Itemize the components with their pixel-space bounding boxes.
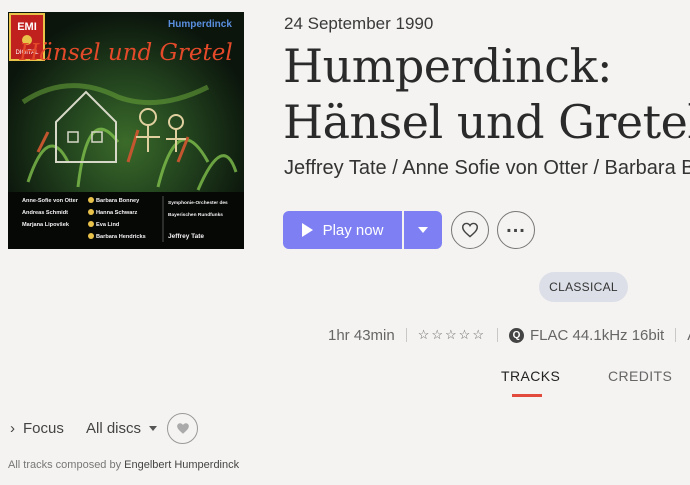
disc-filter-label: All discs (86, 420, 142, 437)
meta-divider (405, 328, 407, 342)
meta-divider (496, 328, 498, 342)
cover-title-art: Hänsel und Gretel (18, 40, 233, 66)
album-cover[interactable]: EMI DIGITAL Humperdinck Hänsel und Grete… (8, 12, 244, 249)
disc-filter-dropdown[interactable]: All discs (86, 420, 158, 437)
focus-label: Focus (23, 420, 64, 437)
album-duration: 1hr 43min (328, 326, 395, 344)
meta-divider (675, 328, 677, 342)
emi-logo-text: EMI (17, 21, 37, 33)
cover-cast-7: Barbara Hendricks (96, 234, 146, 240)
more-options-button[interactable]: ... (497, 211, 535, 249)
heart-filled-icon (176, 423, 189, 434)
cover-cast-2: Andreas Schmidt (22, 210, 68, 216)
focus-toggle[interactable]: › Focus (10, 420, 64, 437)
cover-composer: Humperdinck (168, 19, 232, 30)
caret-down-icon (149, 426, 158, 431)
album-cover-art: EMI DIGITAL Humperdinck Hänsel und Grete… (8, 12, 244, 249)
tab-credits[interactable]: CREDITS (608, 368, 672, 384)
album-title-line-2: Hänsel und Gretel (283, 95, 690, 149)
audio-quality: FLAC 44.1kHz 16bit (529, 326, 665, 344)
album-title: Humperdinck: Hänsel und Gretel (283, 38, 690, 150)
favorite-button[interactable] (451, 211, 489, 249)
play-now-button[interactable]: Play now (283, 211, 402, 249)
cover-orchestra-1: Symphonie-Orchester des (168, 200, 228, 206)
release-date: 24 September 1990 (284, 14, 434, 33)
cover-cast-5: Hanna Schwarz (96, 210, 138, 216)
album-title-line-1: Humperdinck: (283, 39, 612, 93)
genre-badge[interactable]: CLASSICAL (539, 272, 628, 302)
ellipsis-icon: ... (506, 215, 526, 237)
cover-orchestra-2: Bayerischen Rundfunks (168, 212, 223, 218)
album-meta-row: 1hr 43min ☆☆☆☆☆ Q FLAC 44.1kHz 16bit Ac (328, 325, 690, 345)
heart-outline-icon (461, 222, 479, 238)
cover-cast-6: Eva Lind (96, 222, 120, 228)
play-now-label: Play now (322, 221, 384, 239)
play-options-dropdown[interactable] (404, 211, 442, 249)
play-button-group: Play now (283, 211, 442, 249)
qobuz-q-icon: Q (508, 327, 524, 343)
tab-tracks[interactable]: TRACKS (501, 368, 560, 384)
composer-note-prefix: All tracks composed by (8, 459, 122, 471)
composer-note: All tracks composed by Engelbert Humperd… (8, 459, 239, 471)
chevron-right-icon: › (10, 420, 15, 437)
rating-stars[interactable]: ☆☆☆☆☆ (418, 327, 486, 343)
play-triangle-icon (301, 223, 313, 237)
active-tab-indicator (512, 394, 542, 397)
favorite-tracks-button[interactable] (167, 413, 198, 444)
cover-cast-1: Anne-Sofie von Otter (22, 198, 79, 204)
caret-down-icon (418, 227, 428, 233)
cover-cast-4: Barbara Bonney (96, 198, 140, 204)
album-artists[interactable]: Jeffrey Tate / Anne Sofie von Otter / Ba… (284, 157, 690, 180)
cover-conductor: Jeffrey Tate (168, 233, 204, 240)
cover-cast-3: Marjana Lipovšek (22, 222, 70, 228)
composer-link[interactable]: Engelbert Humperdinck (124, 459, 239, 471)
